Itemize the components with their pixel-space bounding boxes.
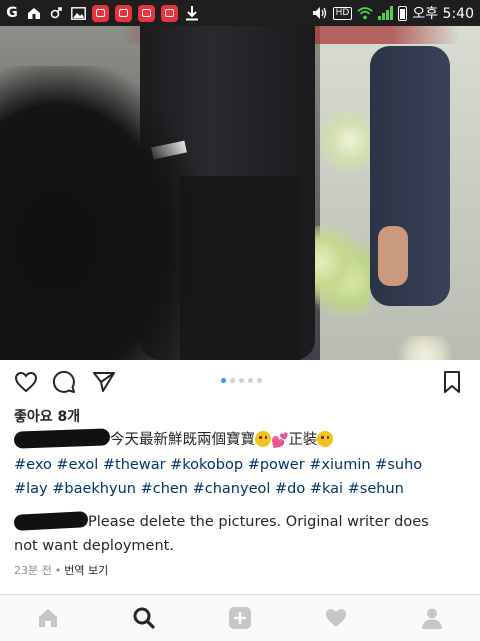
carousel-dot xyxy=(248,378,253,383)
comment-text: Please delete the pictures. Original wri… xyxy=(88,514,429,530)
profile-icon[interactable] xyxy=(420,606,444,630)
app-icon xyxy=(92,4,109,22)
image-icon xyxy=(70,5,86,21)
translate-link[interactable]: 번역 보기 xyxy=(64,564,108,577)
comment-text: not want deployment. xyxy=(14,538,174,554)
timestamp: 23분 전 xyxy=(14,564,52,577)
carousel-dot xyxy=(230,378,235,383)
search-icon[interactable] xyxy=(132,606,156,630)
carousel-dot xyxy=(239,378,244,383)
carousel-indicator xyxy=(221,378,262,383)
carousel-dot xyxy=(257,378,262,383)
home-icon xyxy=(26,5,42,21)
app-icon xyxy=(115,4,132,22)
caption-suffix: 正裝 xyxy=(288,432,318,448)
status-bar: G HD 오후 5:40 xyxy=(0,0,480,26)
post-image[interactable] xyxy=(0,26,480,360)
hd-voice-icon: HD xyxy=(332,6,353,20)
clock: 오후 5:40 xyxy=(412,6,474,22)
two-hearts-emoji-icon: 💕 xyxy=(271,433,289,449)
volume-icon xyxy=(312,5,328,21)
caption-text: 今天最新鮮既兩個寶寶 xyxy=(110,432,255,448)
heart-icon[interactable] xyxy=(14,370,38,394)
hashtags-line[interactable]: #lay #baekhyun #chen #chanyeol #do #kai … xyxy=(14,481,404,497)
bookmark-icon[interactable] xyxy=(440,370,464,394)
redacted-username[interactable] xyxy=(13,428,111,449)
home-icon[interactable] xyxy=(36,606,60,630)
comment: Please delete the pictures. Original wri… xyxy=(13,510,474,558)
comment-icon[interactable] xyxy=(52,370,76,394)
app-icon xyxy=(138,4,155,22)
separator: • xyxy=(54,564,62,577)
download-icon xyxy=(184,5,200,21)
carousel-dot xyxy=(221,378,226,383)
hashtags-line[interactable]: #exo #exol #thewar #kokobop #power #xium… xyxy=(14,457,422,473)
post-caption: 今天最新鮮既兩個寶寶 💕正裝 #exo #exol #thewar #kokobo… xyxy=(13,428,470,501)
smiley-emoji-icon xyxy=(317,431,334,447)
post-meta: 23분 전 • 번역 보기 xyxy=(14,562,108,578)
signal-icon xyxy=(378,6,394,20)
redacted-commenter[interactable] xyxy=(13,511,89,531)
g-icon: G xyxy=(6,5,18,21)
bottom-nav xyxy=(0,594,480,641)
add-post-icon[interactable] xyxy=(228,606,252,630)
share-icon[interactable] xyxy=(92,370,116,394)
activity-icon[interactable] xyxy=(324,606,348,630)
gender-icon xyxy=(48,5,64,21)
battery-icon xyxy=(398,5,408,21)
wifi-icon xyxy=(357,5,374,21)
like-count[interactable]: 좋아요 8개 xyxy=(14,406,80,426)
smiley-emoji-icon xyxy=(255,431,271,447)
app-icon xyxy=(161,4,178,22)
notification-icons: G xyxy=(0,4,200,22)
